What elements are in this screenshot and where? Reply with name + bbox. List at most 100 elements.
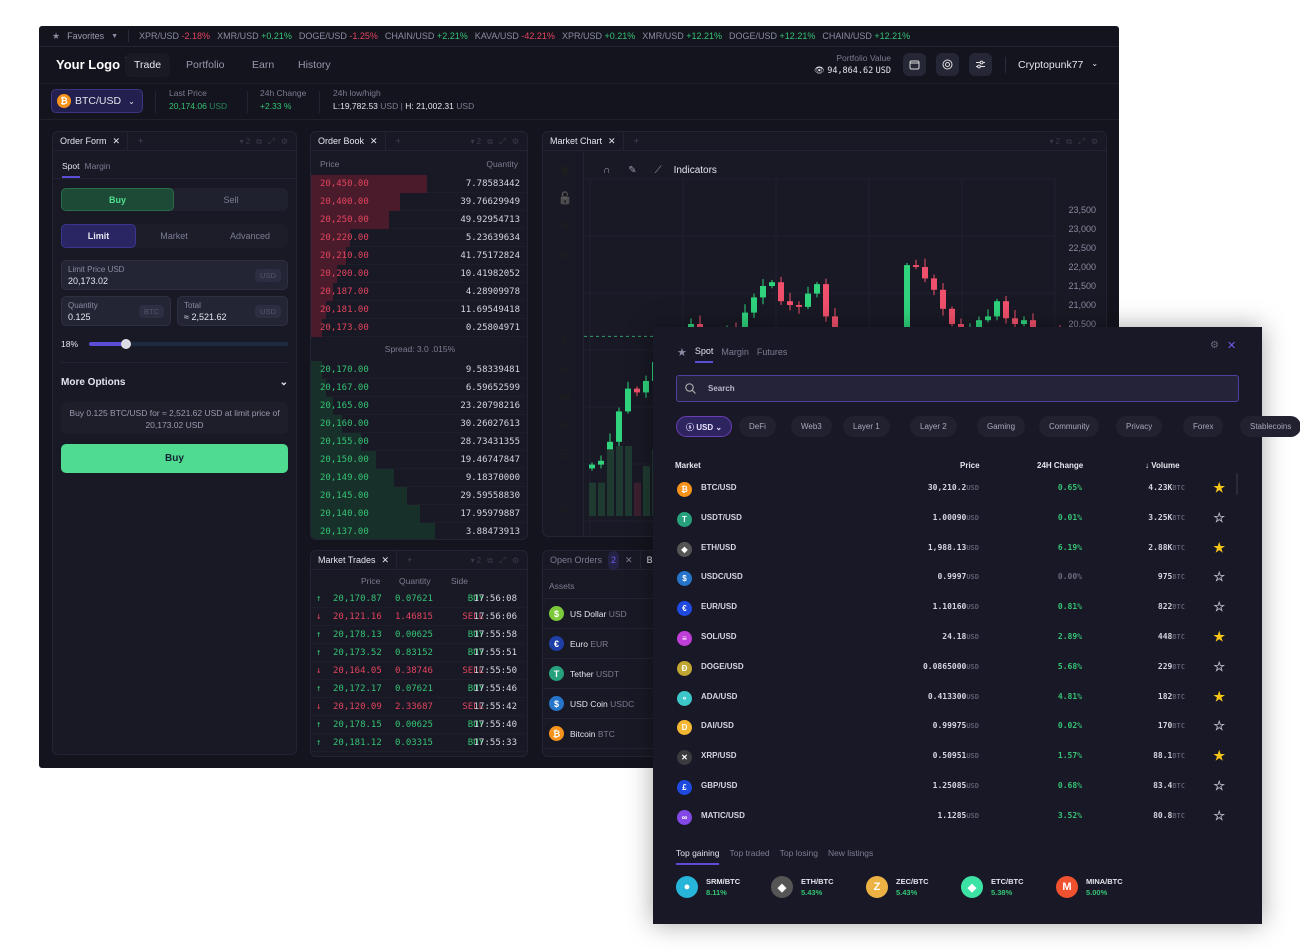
- tab-top-traded[interactable]: Top traded: [729, 848, 769, 865]
- panel-tools[interactable]: ▾2 ⧉ ⤢ ⚙: [471, 551, 521, 570]
- close-icon[interactable]: ✕: [113, 132, 121, 151]
- nav-earn[interactable]: Earn: [243, 53, 283, 77]
- star-filled-icon[interactable]: ★: [1213, 480, 1225, 496]
- close-icon[interactable]: ✕: [382, 551, 390, 570]
- star-filled-icon[interactable]: ★: [1213, 540, 1225, 556]
- market-row[interactable]: ₿ BTC/USD 30,210.2USD 0.65% 4.23KBTC ★: [675, 475, 1245, 505]
- add-tab-icon[interactable]: +: [397, 555, 412, 565]
- ask-row[interactable]: 20,187.00 4.28909978: [311, 283, 527, 301]
- trade-row[interactable]: ↑ 20,181.12 0.03315 BUY 17:55:33: [311, 734, 527, 752]
- ticker-item[interactable]: DOGE/USD -1.25%: [299, 31, 378, 41]
- bid-row[interactable]: 20,150.00 19.46747847: [311, 451, 527, 469]
- limit-price-input[interactable]: Limit Price USD 20,173.02 USD: [61, 260, 288, 290]
- tab-open-orders[interactable]: Open Orders 2 ✕: [543, 551, 641, 570]
- market-row[interactable]: D DAI/USD 0.99975USD 0.02% 170BTC ☆: [675, 713, 1245, 743]
- tab-futures[interactable]: Futures: [757, 347, 788, 357]
- star-outline-icon[interactable]: ☆: [1213, 718, 1225, 734]
- change-header[interactable]: 24H Change: [1037, 461, 1083, 470]
- star-filled-icon[interactable]: ★: [1213, 629, 1225, 645]
- market-row[interactable]: Ð DOGE/USD 0.0865000USD 5.68% 229BTC ☆: [675, 654, 1245, 684]
- logo[interactable]: Your Logo: [56, 57, 128, 72]
- trade-row[interactable]: ↑ 20,170.87 0.07621 BUY 17:56:08: [311, 590, 527, 608]
- ticker-item[interactable]: DOGE/USD +12.21%: [729, 31, 815, 41]
- panel-tools[interactable]: ▾2 ⧉ ⤢ ⚙: [240, 132, 290, 151]
- ask-row[interactable]: 20,200.00 10.41982052: [311, 265, 527, 283]
- ticker-item[interactable]: CHAIN/USD +2.21%: [385, 31, 468, 41]
- currency-dropdown[interactable]: ⓢ USD ⌄: [676, 416, 733, 437]
- add-tab-icon[interactable]: +: [128, 136, 143, 146]
- nav-trade[interactable]: Trade: [125, 53, 171, 77]
- top-gainer[interactable]: ◆ ETC/BTC 5.38%: [961, 876, 1024, 898]
- tab-new-listings[interactable]: New listings: [828, 848, 873, 865]
- category-chip[interactable]: Layer 2: [910, 416, 957, 437]
- bid-row[interactable]: 20,155.00 28.73431355: [311, 433, 527, 451]
- more-options-toggle[interactable]: More Options ⌄: [61, 377, 288, 388]
- ticker-item[interactable]: XPR/USD +0.21%: [562, 31, 635, 41]
- nav-history[interactable]: History: [289, 53, 340, 77]
- star-filled-icon[interactable]: ★: [1213, 689, 1225, 705]
- market-row[interactable]: ✕ XRP/USD 0.50951USD 1.57% 88.1BTC ★: [675, 743, 1245, 773]
- gear-icon[interactable]: ⚙: [1210, 340, 1219, 351]
- category-chip[interactable]: DeFi: [739, 416, 776, 437]
- submit-buy-button[interactable]: Buy: [61, 444, 288, 473]
- category-chip[interactable]: Web3: [791, 416, 832, 437]
- trade-row[interactable]: ↓ 20,164.05 0.38746 SELL 17:55:50: [311, 662, 527, 680]
- favorites-star-icon[interactable]: ★: [677, 346, 687, 359]
- market-row[interactable]: T USDT/USD 1.00090USD 0.01% 3.25KBTC ☆: [675, 505, 1245, 535]
- wallet-button[interactable]: [903, 53, 926, 76]
- total-input[interactable]: Total ≈ 2,521.62 USD: [177, 296, 288, 326]
- close-icon[interactable]: ✕: [370, 132, 378, 151]
- ask-row[interactable]: 20,250.00 49.92954713: [311, 211, 527, 229]
- bid-row[interactable]: 20,145.00 29.59558830: [311, 487, 527, 505]
- eye-icon[interactable]: 👁: [814, 65, 825, 75]
- tab-order-book[interactable]: Order Book ✕: [311, 132, 386, 151]
- market-row[interactable]: $ USDC/USD 0.9997USD 0.00% 975BTC ☆: [675, 564, 1245, 594]
- category-chip[interactable]: Gaming: [977, 416, 1026, 437]
- category-chip[interactable]: Community: [1039, 416, 1100, 437]
- tab-market-trades[interactable]: Market Trades ✕: [311, 551, 398, 570]
- market-row[interactable]: ◆ ETH/USD 1,988.13USD 6.19% 2.88KBTC ★: [675, 535, 1245, 565]
- tab-top-gaining[interactable]: Top gaining: [676, 848, 720, 865]
- close-icon[interactable]: ✕: [1227, 339, 1236, 352]
- top-gainer[interactable]: ◆ ETH/BTC 5.43%: [771, 876, 834, 898]
- ticker-item[interactable]: CHAIN/USD +12.21%: [822, 31, 910, 41]
- search-input[interactable]: Search: [676, 375, 1239, 402]
- volume-header[interactable]: ↓ Volume: [1145, 461, 1180, 470]
- ask-row[interactable]: 20,400.00 39.76629949: [311, 193, 527, 211]
- settings-button[interactable]: [969, 53, 992, 76]
- favorites-dropdown[interactable]: Favorites: [67, 31, 104, 41]
- bid-row[interactable]: 20,149.00 9.18370000: [311, 469, 527, 487]
- top-gainer[interactable]: ● SRM/BTC 8.11%: [676, 876, 740, 898]
- category-chip[interactable]: Privacy: [1116, 416, 1163, 437]
- bid-row[interactable]: 20,167.00 6.59652599: [311, 379, 527, 397]
- trade-row[interactable]: ↓ 20,120.09 2.33687 SELL 17:55:42: [311, 698, 527, 716]
- market-row[interactable]: ∞ MATIC/USD 1.1285USD 3.52% 80.8BTC ☆: [675, 803, 1245, 833]
- bid-row[interactable]: 20,160.00 30.26027613: [311, 415, 527, 433]
- star-outline-icon[interactable]: ☆: [1213, 778, 1225, 794]
- market-row[interactable]: ≡ SOL/USD 24.18USD 2.89% 448BTC ★: [675, 624, 1245, 654]
- top-gainer[interactable]: Z ZEC/BTC 5.43%: [866, 876, 929, 898]
- tab-margin[interactable]: Margin: [85, 161, 111, 178]
- star-outline-icon[interactable]: ☆: [1213, 599, 1225, 615]
- nav-portfolio[interactable]: Portfolio: [177, 53, 234, 77]
- pair-selector[interactable]: ₿ BTC/USD ⌄: [51, 89, 143, 113]
- star-outline-icon[interactable]: ☆: [1213, 808, 1225, 824]
- panel-tools[interactable]: ▾2 ⧉ ⤢ ⚙: [471, 132, 521, 151]
- trade-row[interactable]: ↓ 20,121.16 1.46815 SELL 17:56:06: [311, 608, 527, 626]
- quantity-input[interactable]: Quantity 0.125 BTC: [61, 296, 171, 326]
- buy-tab[interactable]: Buy: [61, 188, 174, 211]
- category-chip[interactable]: Stablecoins: [1240, 416, 1300, 437]
- bid-row[interactable]: 20,137.00 3.88473913: [311, 523, 527, 539]
- order-type-market[interactable]: Market: [136, 224, 212, 248]
- bid-row[interactable]: 20,140.00 17.95979887: [311, 505, 527, 523]
- category-chip[interactable]: Layer 1: [843, 416, 890, 437]
- star-outline-icon[interactable]: ☆: [1213, 659, 1225, 675]
- order-type-advanced[interactable]: Advanced: [212, 224, 288, 248]
- user-menu[interactable]: Cryptopunk77 ⌄: [1018, 59, 1098, 71]
- slider-handle[interactable]: [120, 339, 131, 349]
- trade-row[interactable]: ↑ 20,172.17 0.07621 BUY 17:55:46: [311, 680, 527, 698]
- star-outline-icon[interactable]: ☆: [1213, 510, 1225, 526]
- tab-margin[interactable]: Margin: [721, 347, 749, 357]
- bid-row[interactable]: 20,165.00 23.20798216: [311, 397, 527, 415]
- ask-row[interactable]: 20,173.00 0.25804971: [311, 319, 527, 337]
